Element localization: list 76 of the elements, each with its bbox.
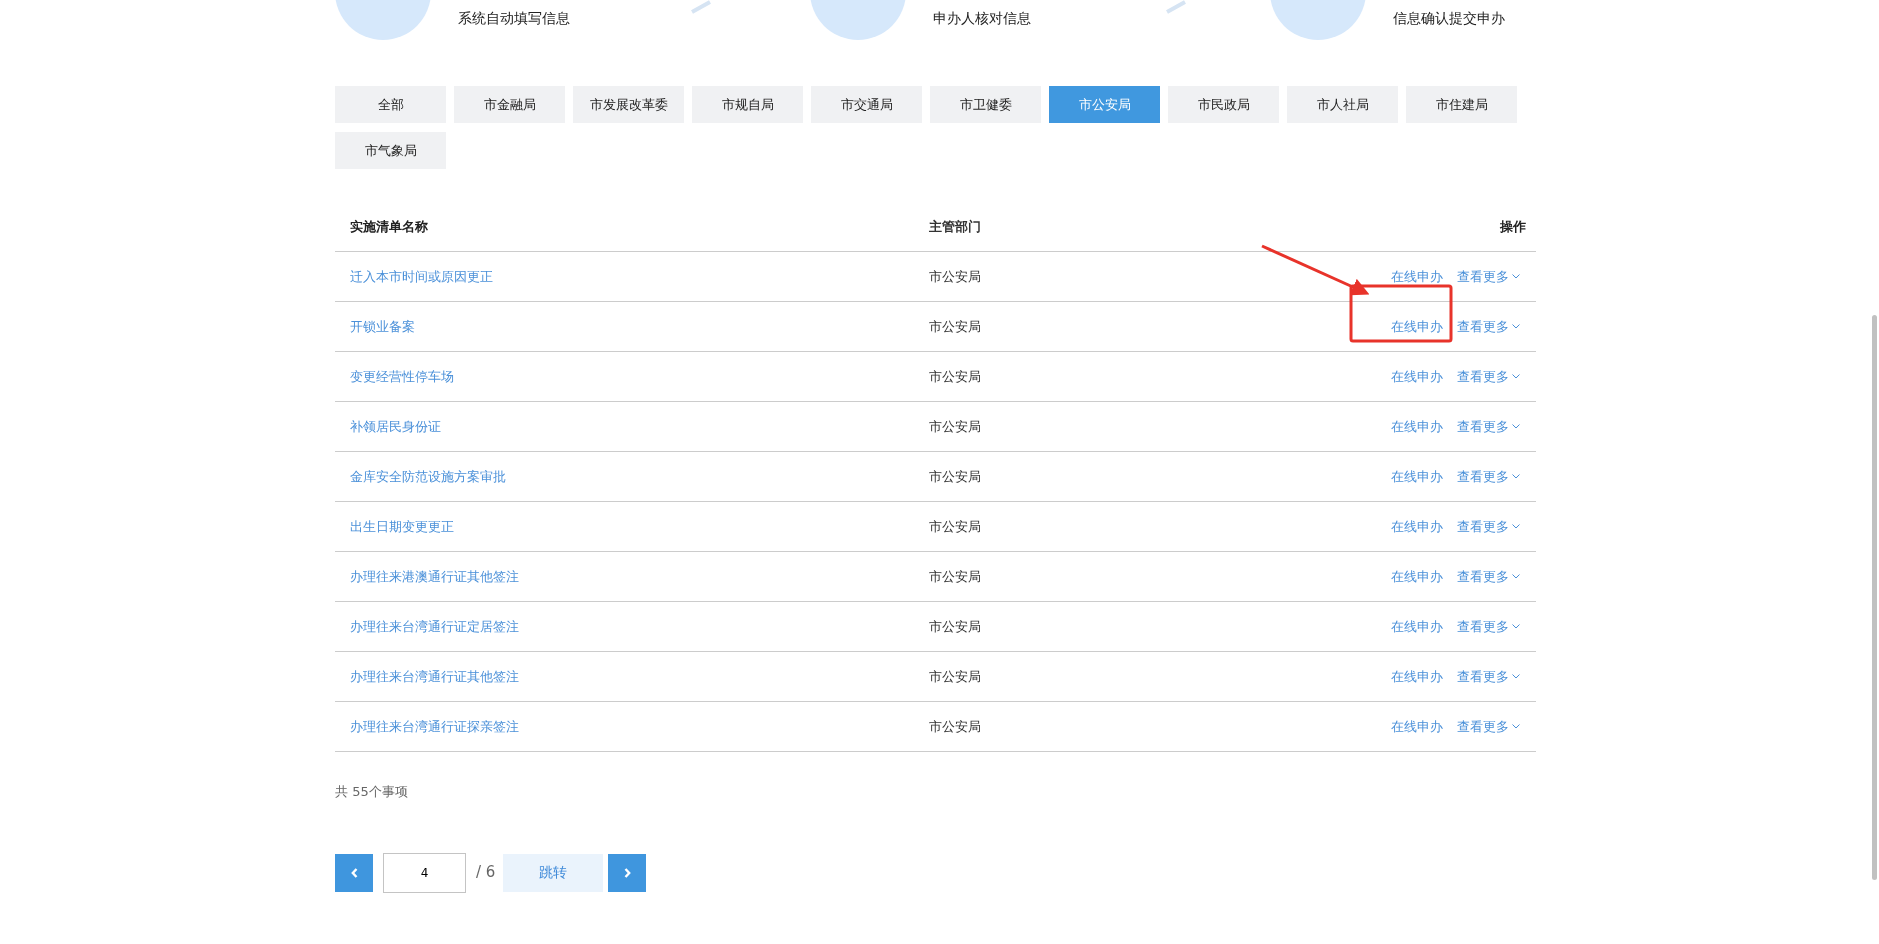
apply-online-link[interactable]: 在线申办 xyxy=(1391,366,1443,387)
step-label: 信息确认提交申办 xyxy=(1393,9,1505,28)
chevron-down-icon xyxy=(1512,274,1520,279)
filter-tab[interactable]: 市民政局 xyxy=(1168,86,1279,123)
filter-tab[interactable]: 市气象局 xyxy=(335,132,446,169)
apply-online-link[interactable]: 在线申办 xyxy=(1391,516,1443,537)
view-more-link[interactable]: 查看更多 xyxy=(1457,416,1520,437)
filter-tab[interactable]: 市公安局 xyxy=(1049,86,1160,123)
filter-tab[interactable]: 市人社局 xyxy=(1287,86,1398,123)
filter-tab[interactable]: 市住建局 xyxy=(1406,86,1517,123)
filter-tab[interactable]: 市卫健委 xyxy=(930,86,1041,123)
chevron-down-icon xyxy=(1512,574,1520,579)
chevron-down-icon xyxy=(1512,424,1520,429)
filter-tab[interactable]: 市交通局 xyxy=(811,86,922,123)
chevron-down-icon xyxy=(1512,524,1520,529)
item-name-link[interactable]: 办理往来台湾通行证探亲签注 xyxy=(350,716,519,737)
chevron-down-icon xyxy=(1512,374,1520,379)
filter-tab[interactable]: 全部 xyxy=(335,86,446,123)
apply-online-link[interactable]: 在线申办 xyxy=(1391,616,1443,637)
department-text: 市公安局 xyxy=(929,618,981,634)
view-more-link[interactable]: 查看更多 xyxy=(1457,716,1520,737)
department-text: 市公安局 xyxy=(929,318,981,334)
item-count: 共 55个事项 xyxy=(335,783,409,801)
chevron-down-icon xyxy=(1512,624,1520,629)
page-number-field[interactable]: 4 xyxy=(383,852,466,893)
department-text: 市公安局 xyxy=(929,568,981,584)
apply-online-link[interactable]: 在线申办 xyxy=(1391,666,1443,687)
view-more-link[interactable]: 查看更多 xyxy=(1457,566,1520,587)
apply-online-link[interactable]: 在线申办 xyxy=(1391,266,1443,287)
step-label: 系统自动填写信息 xyxy=(458,9,570,28)
item-name-link[interactable]: 变更经营性停车场 xyxy=(350,366,454,387)
apply-online-link[interactable]: 在线申办 xyxy=(1391,316,1443,337)
chevron-down-icon xyxy=(1512,324,1520,329)
department-text: 市公安局 xyxy=(929,418,981,434)
filter-tab[interactable]: 市金融局 xyxy=(454,86,565,123)
apply-online-link[interactable]: 在线申办 xyxy=(1391,466,1443,487)
department-text: 市公安局 xyxy=(929,518,981,534)
department-text: 市公安局 xyxy=(929,468,981,484)
chevron-right-icon xyxy=(623,867,631,878)
chevron-left-icon xyxy=(350,867,358,878)
item-name-link[interactable]: 补领居民身份证 xyxy=(350,416,441,437)
column-header: 实施清单名称 xyxy=(350,219,428,235)
scrollbar-thumb[interactable] xyxy=(1872,315,1877,880)
filter-tab[interactable]: 市规自局 xyxy=(692,86,803,123)
chevron-down-icon xyxy=(1512,674,1520,679)
page-total-text: / 6 xyxy=(476,862,496,884)
apply-online-link[interactable]: 在线申办 xyxy=(1391,716,1443,737)
column-header: 主管部门 xyxy=(929,219,981,235)
next-page-button[interactable] xyxy=(608,853,647,892)
item-name-link[interactable]: 办理往来港澳通行证其他签注 xyxy=(350,566,519,587)
department-text: 市公安局 xyxy=(929,368,981,384)
item-name-link[interactable]: 出生日期变更更正 xyxy=(350,516,454,537)
item-name-link[interactable]: 金库安全防范设施方案审批 xyxy=(350,466,506,487)
item-name-link[interactable]: 办理往来台湾通行证定居签注 xyxy=(350,616,519,637)
department-text: 市公安局 xyxy=(929,668,981,684)
view-more-link[interactable]: 查看更多 xyxy=(1457,366,1520,387)
view-more-link[interactable]: 查看更多 xyxy=(1457,466,1520,487)
view-more-link[interactable]: 查看更多 xyxy=(1457,516,1520,537)
department-text: 市公安局 xyxy=(929,718,981,734)
view-more-link[interactable]: 查看更多 xyxy=(1457,266,1520,287)
item-name-link[interactable]: 迁入本市时间或原因更正 xyxy=(350,266,493,287)
view-more-link[interactable]: 查看更多 xyxy=(1457,666,1520,687)
step-label: 申办人核对信息 xyxy=(933,9,1031,28)
department-text: 市公安局 xyxy=(929,268,981,284)
view-more-link[interactable]: 查看更多 xyxy=(1457,316,1520,337)
item-name-link[interactable]: 办理往来台湾通行证其他签注 xyxy=(350,666,519,687)
chevron-down-icon xyxy=(1512,474,1520,479)
filter-tab[interactable]: 市发展改革委 xyxy=(573,86,684,123)
item-name-link[interactable]: 开锁业备案 xyxy=(350,316,415,337)
apply-online-link[interactable]: 在线申办 xyxy=(1391,416,1443,437)
view-more-link[interactable]: 查看更多 xyxy=(1457,616,1520,637)
jump-button[interactable]: 跳转 xyxy=(503,853,604,892)
apply-online-link[interactable]: 在线申办 xyxy=(1391,566,1443,587)
previous-page-button[interactable] xyxy=(335,853,373,892)
column-header: 操作 xyxy=(1500,219,1526,235)
chevron-down-icon xyxy=(1512,724,1520,729)
